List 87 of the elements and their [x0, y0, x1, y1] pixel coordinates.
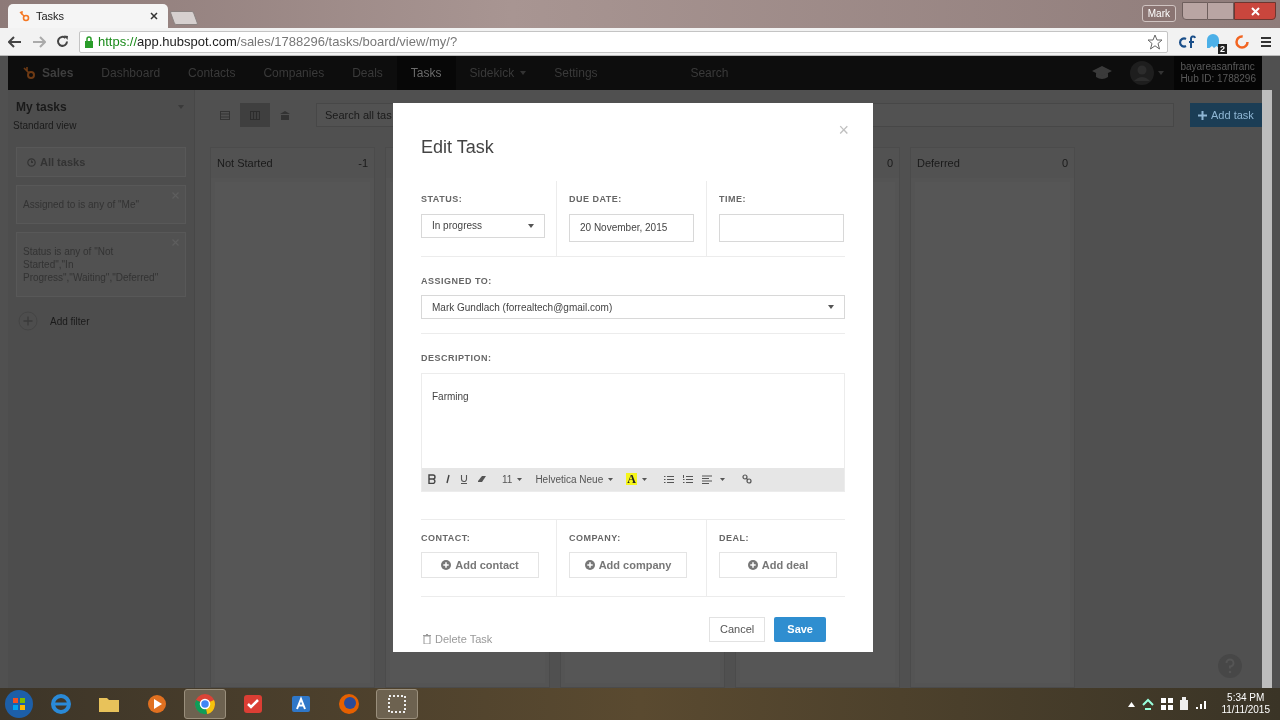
address-field[interactable]: https://app.hubspot.com/sales/1788296/tasks/board/view/my/?: [79, 30, 1168, 53]
extension-badge: 2: [1218, 43, 1227, 54]
add-button[interactable]: Add company: [569, 552, 687, 578]
start-orb-icon[interactable]: [4, 689, 34, 719]
numbered-list-icon[interactable]: [682, 474, 693, 484]
hub-id: Hub ID: 1788296: [1180, 73, 1256, 85]
chrome-icon[interactable]: [193, 692, 217, 716]
scrollbar[interactable]: [1261, 90, 1272, 688]
field-label: DEAL:: [719, 531, 750, 545]
nav-tab[interactable]: Tasks: [396, 56, 456, 90]
view-toggle[interactable]: [240, 103, 270, 127]
cf-extension-icon[interactable]: [1178, 34, 1196, 49]
dialog-title: Edit Task: [421, 136, 494, 159]
reload-icon[interactable]: [56, 35, 69, 48]
star-icon[interactable]: [1147, 33, 1163, 50]
column-title: Not Started: [217, 155, 273, 171]
font-dropdown[interactable]: Helvetica Neue: [535, 471, 614, 487]
ring-extension-icon[interactable]: [1234, 33, 1250, 50]
description-editor[interactable]: Farming 11 Helvetica Neue A: [421, 372, 845, 492]
field-label: STATUS:: [421, 193, 464, 206]
time-field[interactable]: [719, 213, 844, 242]
field-label: DESCRIPTION:: [421, 352, 493, 365]
underline-icon[interactable]: [460, 474, 468, 484]
close-icon: [1250, 6, 1260, 16]
bold-icon[interactable]: [428, 474, 436, 484]
clock-date: 11/11/2015: [1221, 704, 1270, 716]
eraser-icon[interactable]: [477, 475, 487, 483]
plus-icon: [1198, 110, 1207, 120]
add-button[interactable]: Add deal: [719, 552, 837, 578]
field-label: TIME:: [719, 193, 747, 206]
sprocket-logo-icon: [22, 66, 36, 80]
windows-flag-icon[interactable]: [1161, 698, 1174, 710]
url-text: https://app.hubspot.com/sales/1788296/tasks/board/view/my/?: [98, 32, 458, 51]
tab-title: Tasks: [36, 8, 66, 24]
hub-logo-icon: [18, 10, 30, 22]
plus-circle-icon: [747, 560, 758, 570]
caret-icon[interactable]: [719, 477, 725, 481]
add-button[interactable]: Add contact: [421, 552, 539, 578]
snipping-tool-icon[interactable]: [385, 692, 409, 716]
align-dropdown[interactable]: [701, 474, 725, 484]
column-title: Deferred: [917, 155, 960, 171]
caret-icon[interactable]: [641, 477, 647, 481]
field-label: ASSIGNED TO:: [421, 274, 493, 288]
font-size-dropdown[interactable]: 11: [502, 471, 523, 487]
account-name: bayareasanfranc: [1180, 61, 1256, 73]
table-icon: [220, 110, 230, 120]
caret-icon[interactable]: [608, 477, 614, 481]
align-icon: [701, 474, 712, 484]
date-field[interactable]: 20 November, 2015: [569, 213, 694, 242]
close-icon[interactable]: [150, 12, 158, 20]
cancel-button[interactable]: Cancel: [709, 617, 766, 642]
clock-icon: [27, 157, 36, 167]
caret-icon[interactable]: [517, 477, 523, 481]
caret-icon: [828, 305, 834, 309]
back-icon[interactable]: [8, 35, 22, 48]
plus-circle-icon: [441, 560, 452, 570]
field-label: CONTACT:: [421, 531, 472, 545]
assignee-dropdown[interactable]: Mark Gundlach (forrealtech@gmail.com): [421, 295, 845, 319]
checklist-icon[interactable]: [241, 692, 265, 716]
plus-circle-icon: [584, 560, 595, 570]
bullet-list-icon[interactable]: [663, 474, 674, 484]
browser-tab[interactable]: Tasks: [8, 4, 168, 28]
calendar-icon: [280, 110, 290, 120]
add-task-button[interactable]: Add task: [1190, 103, 1262, 127]
description-text: Farming: [432, 390, 469, 402]
caret-icon: [520, 71, 527, 75]
field-label: DUE DATE:: [569, 193, 623, 206]
italic-icon[interactable]: [445, 474, 451, 484]
link-icon[interactable]: [741, 474, 752, 484]
clock-time: 5:34 PM: [1227, 692, 1265, 704]
close-window-button[interactable]: [1234, 2, 1276, 20]
save-button[interactable]: Save: [774, 617, 826, 642]
firefox-icon[interactable]: [337, 692, 361, 716]
profile-button[interactable]: Mark: [1141, 5, 1176, 22]
tray-arrow-icon[interactable]: [1128, 701, 1136, 707]
trash-icon: [423, 634, 431, 645]
media-player-icon[interactable]: [145, 692, 169, 716]
ie-icon[interactable]: [49, 692, 73, 716]
field-label: COMPANY:: [569, 531, 622, 545]
minimize-button[interactable]: [1182, 2, 1208, 20]
status-dropdown[interactable]: In progress: [421, 213, 545, 238]
maximize-button[interactable]: [1208, 2, 1234, 20]
caret-icon: [528, 223, 534, 228]
delete-task-link[interactable]: Delete Task: [423, 631, 493, 648]
lock-icon: [84, 35, 94, 48]
menu-icon[interactable]: [1260, 35, 1272, 48]
ghost-extension-icon[interactable]: [1206, 32, 1220, 49]
